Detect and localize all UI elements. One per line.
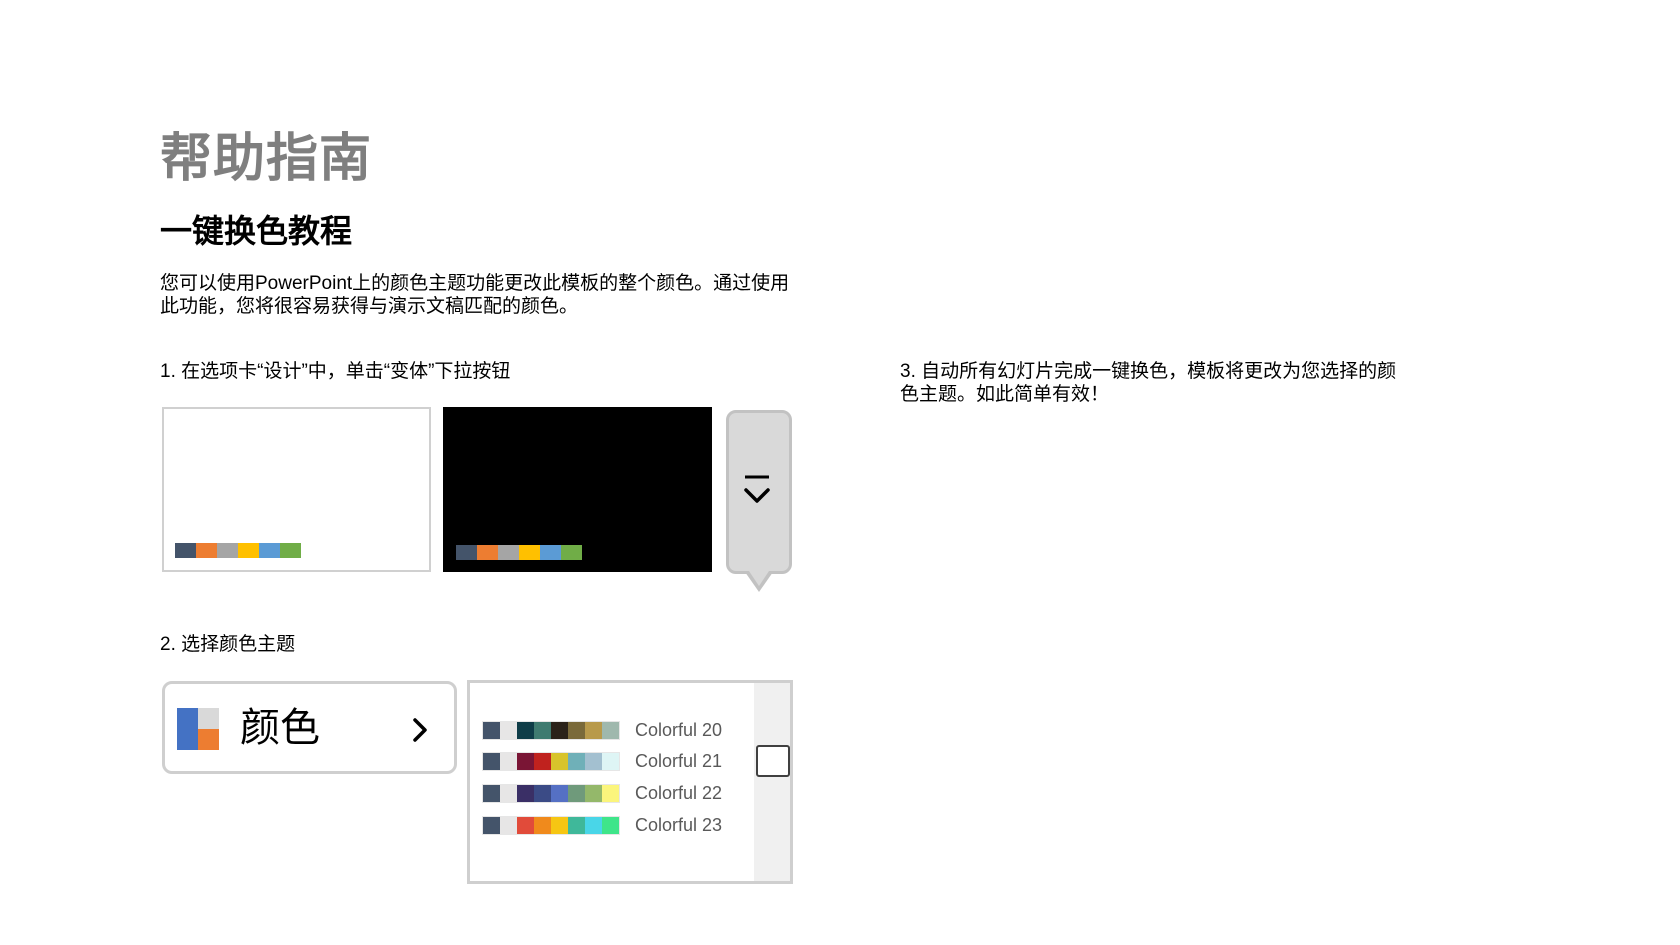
color-swatch xyxy=(561,545,582,560)
color-swatch xyxy=(280,543,301,558)
color-swatch xyxy=(534,721,551,739)
theme-swatch-strip xyxy=(482,815,620,835)
theme-select-box[interactable] xyxy=(756,745,790,777)
color-swatch xyxy=(534,752,551,770)
color-swatch xyxy=(534,784,551,802)
theme-list-item[interactable]: Colorful 21 xyxy=(482,751,722,771)
theme-list-item[interactable]: Colorful 22 xyxy=(482,783,722,803)
variant-thumbnail-dark[interactable] xyxy=(443,407,712,572)
description-text: 您可以使用PowerPoint上的颜色主题功能更改此模板的整个颜色。通过使用此功… xyxy=(160,273,790,317)
colors-menu-label: 颜色 xyxy=(240,705,320,751)
color-swatch xyxy=(602,784,619,802)
color-swatch xyxy=(540,545,561,560)
theme-swatch-strip xyxy=(482,783,620,803)
color-swatch xyxy=(585,784,602,802)
color-swatch xyxy=(517,816,534,834)
step-2-text: 2. 选择颜色主题 xyxy=(160,634,296,655)
color-swatch xyxy=(500,816,517,834)
theme-name: Colorful 20 xyxy=(635,720,723,740)
color-swatch xyxy=(483,721,500,739)
color-swatch xyxy=(568,784,585,802)
color-swatch xyxy=(568,752,585,770)
page-title: 帮助指南 xyxy=(160,130,373,188)
theme-swatch-strip xyxy=(482,751,620,771)
step-3-text: 3. 自动所有幻灯片完成一键换色，模板将更改为您选择的颜色主题。如此简单有效！ xyxy=(900,361,1397,405)
expand-more-icon[interactable] xyxy=(744,474,770,510)
color-swatch xyxy=(568,816,585,834)
color-swatch xyxy=(477,545,498,560)
color-swatch xyxy=(551,816,568,834)
step-1-text: 1. 在选项卡“设计”中，单击“变体”下拉按钮 xyxy=(160,361,511,382)
color-swatch xyxy=(500,784,517,802)
color-swatch xyxy=(500,752,517,770)
color-swatch xyxy=(217,543,238,558)
theme-swatch-strip xyxy=(482,720,620,740)
color-swatch xyxy=(456,545,477,560)
color-swatch xyxy=(551,721,568,739)
color-swatch xyxy=(517,784,534,802)
theme-list-item[interactable]: Colorful 20 xyxy=(482,720,722,740)
color-swatch xyxy=(585,752,602,770)
color-swatch xyxy=(551,784,568,802)
variant-color-swatches xyxy=(456,545,582,560)
variant-thumbnail-light[interactable] xyxy=(162,407,431,572)
color-swatch xyxy=(517,721,534,739)
color-swatch xyxy=(602,752,619,770)
page-subtitle: 一键换色教程 xyxy=(160,213,353,249)
color-swatch xyxy=(259,543,280,558)
variant-color-swatches xyxy=(175,543,301,558)
color-swatch xyxy=(568,721,585,739)
color-swatch xyxy=(196,543,217,558)
color-swatch xyxy=(602,721,619,739)
theme-name: Colorful 21 xyxy=(635,751,723,771)
color-swatch xyxy=(175,543,196,558)
theme-list-scrollbar[interactable] xyxy=(754,683,790,881)
color-swatch xyxy=(585,721,602,739)
color-swatch xyxy=(483,816,500,834)
color-palette-icon xyxy=(177,708,219,750)
color-theme-list: Colorful 20 Colorful 21 Colorful 22 Colorfu… xyxy=(467,680,793,884)
theme-name: Colorful 22 xyxy=(635,783,723,803)
color-swatch xyxy=(534,816,551,834)
color-swatch xyxy=(585,816,602,834)
color-swatch xyxy=(500,721,517,739)
color-swatch xyxy=(238,543,259,558)
chevron-right-icon xyxy=(413,718,427,742)
theme-name: Colorful 23 xyxy=(635,815,723,835)
color-swatch xyxy=(519,545,540,560)
dropdown-callout-tail-fill xyxy=(749,571,769,586)
color-swatch xyxy=(483,784,500,802)
color-swatch xyxy=(483,752,500,770)
theme-list-item[interactable]: Colorful 23 xyxy=(482,815,722,835)
color-swatch xyxy=(498,545,519,560)
color-swatch xyxy=(517,752,534,770)
color-swatch xyxy=(602,816,619,834)
colors-menu-button[interactable]: 颜色 xyxy=(162,681,457,774)
color-swatch xyxy=(551,752,568,770)
